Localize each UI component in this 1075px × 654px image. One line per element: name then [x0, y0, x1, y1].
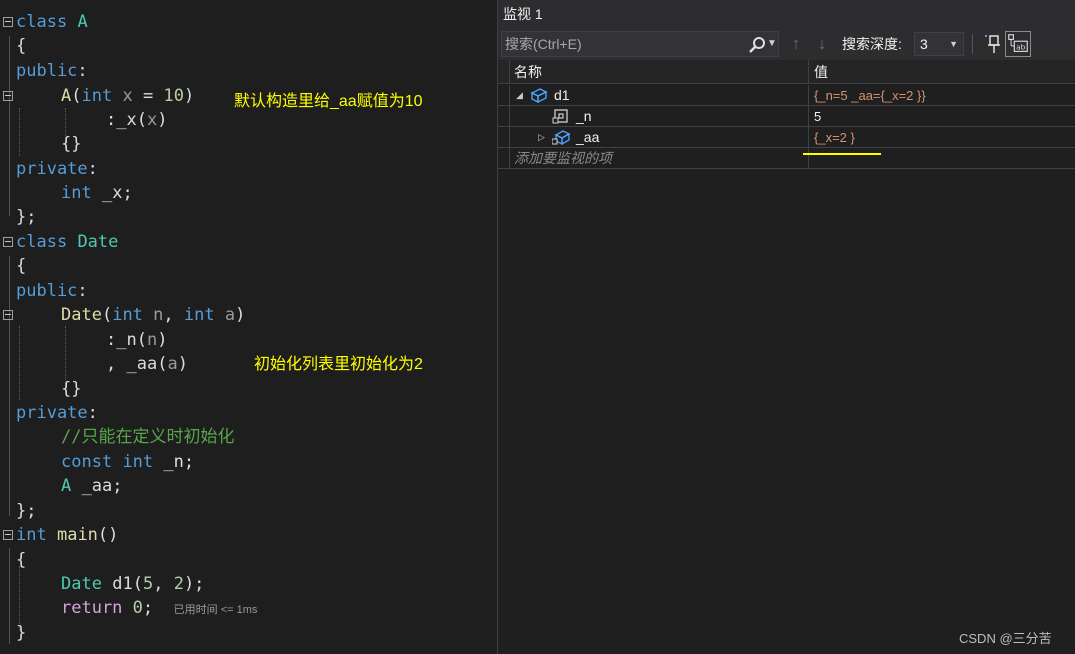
- watch-grid-header: 名称 值: [498, 60, 1075, 84]
- watch-name: _n: [576, 108, 592, 124]
- code-line[interactable]: {}: [0, 132, 497, 156]
- search-placeholder: 搜索(Ctrl+E): [505, 36, 582, 52]
- object-icon: [530, 88, 548, 103]
- chevron-down-icon[interactable]: ▼: [767, 32, 777, 56]
- code-line[interactable]: private:: [0, 157, 497, 181]
- code-line[interactable]: int main(): [0, 523, 497, 547]
- private-object-icon: [552, 130, 570, 145]
- add-watch-row[interactable]: 添加要监视的项: [498, 148, 1075, 169]
- elapsed-time-hint: 已用时间 <= 1ms: [173, 604, 258, 616]
- code-line[interactable]: :_x(x): [0, 108, 497, 132]
- code-editor[interactable]: class A { public: A(int x = 10) 默认构造里给_a…: [0, 0, 497, 654]
- chevron-down-icon: ▼: [949, 39, 958, 49]
- watch-row-aa[interactable]: ▷ _aa {_x=2 }: [498, 127, 1075, 148]
- highlight-underline: [803, 153, 881, 155]
- collapse-arrow-icon[interactable]: ◢: [516, 85, 523, 106]
- watch-row-n[interactable]: _n 5: [498, 106, 1075, 127]
- watch-toolbar: 搜索(Ctrl+E) ▼ ↑ ↓ 搜索深度: 3 ▼ ab: [498, 28, 1075, 60]
- code-line[interactable]: int _x;: [0, 181, 497, 205]
- code-line[interactable]: public:: [0, 59, 497, 83]
- code-line[interactable]: }: [0, 621, 497, 645]
- watch-value: 5: [814, 109, 822, 124]
- add-watch-placeholder: 添加要监视的项: [514, 150, 612, 166]
- watch-name: d1: [554, 87, 570, 103]
- code-line[interactable]: class A: [0, 10, 497, 34]
- collapse-toggle[interactable]: [3, 237, 13, 247]
- watch-window: 监视 1 搜索(Ctrl+E) ▼ ↑ ↓ 搜索深度: 3 ▼ ab 名称 值 …: [497, 0, 1075, 654]
- search-icon[interactable]: [748, 36, 766, 54]
- watch-search-input[interactable]: 搜索(Ctrl+E) ▼: [501, 31, 779, 57]
- code-comment: //只能在定义时初始化: [61, 427, 235, 447]
- arrow-down-icon[interactable]: ↓: [813, 34, 831, 54]
- watch-value: {_n=5 _aa={_x=2 }}: [814, 88, 926, 103]
- watch-value: {_x=2 }: [814, 130, 855, 145]
- code-line[interactable]: {: [0, 548, 497, 572]
- column-header-name[interactable]: 名称: [498, 60, 809, 84]
- watch-row-d1[interactable]: ◢ d1 {_n=5 _aa={_x=2 }}: [498, 85, 1075, 106]
- annotation-init-note: 初始化列表里初始化为2: [254, 356, 423, 373]
- code-line[interactable]: };: [0, 499, 497, 523]
- private-field-icon: [552, 109, 568, 124]
- hex-display-icon[interactable]: ab: [1005, 31, 1031, 57]
- code-line[interactable]: const int _n;: [0, 450, 497, 474]
- code-line[interactable]: {}: [0, 377, 497, 401]
- collapse-toggle[interactable]: [3, 530, 13, 540]
- arrow-up-icon[interactable]: ↑: [787, 34, 805, 54]
- watermark: CSDN @三分苦: [959, 631, 1052, 646]
- code-line[interactable]: {: [0, 254, 497, 278]
- expand-arrow-icon[interactable]: ▷: [538, 127, 545, 148]
- code-line[interactable]: Date(int n, int a): [0, 303, 497, 327]
- code-line[interactable]: class Date: [0, 230, 497, 254]
- search-depth-select[interactable]: 3 ▼: [914, 32, 964, 56]
- code-line[interactable]: {: [0, 34, 497, 58]
- code-line[interactable]: A _aa;: [0, 474, 497, 498]
- code-line[interactable]: private:: [0, 401, 497, 425]
- svg-text:ab: ab: [1016, 43, 1026, 52]
- code-line[interactable]: public:: [0, 279, 497, 303]
- code-line[interactable]: };: [0, 205, 497, 229]
- code-line[interactable]: //只能在定义时初始化: [0, 425, 497, 449]
- code-line[interactable]: :_n(n): [0, 328, 497, 352]
- column-header-value[interactable]: 值: [810, 60, 1075, 84]
- search-depth-label: 搜索深度:: [842, 36, 902, 52]
- code-line[interactable]: Date d1(5, 2);: [0, 572, 497, 596]
- watch-name: _aa: [576, 129, 600, 145]
- collapse-toggle[interactable]: [3, 310, 13, 320]
- code-line[interactable]: return 0; 已用时间 <= 1ms: [0, 596, 497, 620]
- toolbar-separator: [972, 34, 973, 54]
- collapse-toggle[interactable]: [3, 91, 13, 101]
- pin-icon[interactable]: [982, 33, 1002, 55]
- collapse-toggle[interactable]: [3, 17, 13, 27]
- watch-window-title[interactable]: 监视 1: [498, 0, 1075, 28]
